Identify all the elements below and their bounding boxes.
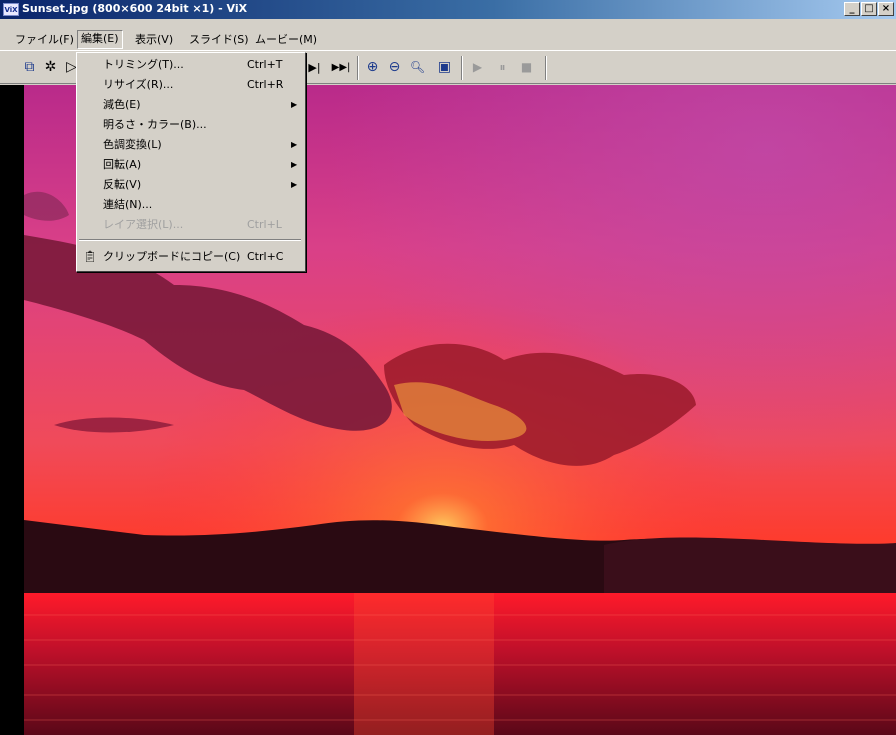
next-icon[interactable]: ▶| <box>305 58 324 77</box>
submenu-arrow-icon: ▶ <box>291 180 298 189</box>
toolbar-separator <box>357 56 359 80</box>
toolbar-separator <box>545 56 547 80</box>
minimize-button[interactable]: _ <box>844 2 860 16</box>
window-icon[interactable]: ⧉ <box>20 58 39 77</box>
menu-item-label: 連結(N)... <box>103 198 153 211</box>
zoom-icon[interactable]: 🔍︎ <box>408 58 427 77</box>
menu-movie[interactable]: ムービー(M) <box>252 31 320 48</box>
menu-item-label: 回転(A) <box>103 158 142 171</box>
menu-item-brightness-color[interactable]: 明るさ・カラー(B)... <box>77 115 303 135</box>
menu-item-rotate[interactable]: 回転(A) ▶ <box>77 155 303 175</box>
menu-item-label: 色調変換(L) <box>103 138 162 151</box>
close-button[interactable]: × <box>878 2 894 16</box>
edit-menu-dropdown: トリミング(T)... Ctrl+T リサイズ(R)... Ctrl+R 減色(… <box>76 52 306 272</box>
play-icon[interactable]: ▶ <box>468 58 487 77</box>
menu-item-reduce-color[interactable]: 減色(E) ▶ <box>77 95 303 115</box>
menu-item-label: レイア選択(L)... <box>103 218 184 231</box>
menu-item-resize[interactable]: リサイズ(R)... Ctrl+R <box>77 75 303 95</box>
menu-item-label: リサイズ(R)... <box>103 78 174 91</box>
menu-item-tone-conversion[interactable]: 色調変換(L) ▶ <box>77 135 303 155</box>
pause-icon[interactable]: ⏸ <box>493 58 512 77</box>
menu-slide[interactable]: スライド(S) <box>186 31 252 48</box>
menu-item-trimming[interactable]: トリミング(T)... Ctrl+T <box>77 55 303 75</box>
menu-item-flip[interactable]: 反転(V) ▶ <box>77 175 303 195</box>
clipboard-icon: 📋︎ <box>83 250 97 263</box>
stop-icon[interactable]: ■ <box>517 58 536 77</box>
submenu-arrow-icon: ▶ <box>291 100 298 109</box>
menu-item-shortcut: Ctrl+L <box>247 218 282 231</box>
vix-app-icon[interactable]: ViX <box>3 3 19 16</box>
menu-item-shortcut: Ctrl+T <box>247 58 283 71</box>
submenu-arrow-icon: ▶ <box>291 160 298 169</box>
menu-item-shortcut: Ctrl+C <box>247 250 284 263</box>
menu-item-label: 反転(V) <box>103 178 142 191</box>
zoom-out-icon[interactable]: ⊖ <box>385 58 404 77</box>
submenu-arrow-icon: ▶ <box>291 140 298 149</box>
last-icon[interactable]: ▶▶| <box>329 58 353 77</box>
menu-item-label: 減色(E) <box>103 98 141 111</box>
menu-item-copy-clipboard[interactable]: 📋︎ クリップボードにコピー(C) Ctrl+C <box>77 247 303 267</box>
menu-item-layer-select[interactable]: レイア選択(L)... Ctrl+L <box>77 215 303 235</box>
toolbar-separator <box>461 56 463 80</box>
menu-separator <box>79 239 301 241</box>
monitor-icon[interactable]: ▣ <box>435 58 454 77</box>
menu-view[interactable]: 表示(V) <box>132 31 176 48</box>
sparkle-icon[interactable]: ✲ <box>41 58 60 77</box>
title-bar[interactable]: ViX Sunset.jpg (800×600 24bit ×1) - ViX … <box>0 0 896 19</box>
menu-item-label: トリミング(T)... <box>103 58 184 71</box>
menu-item-label: 明るさ・カラー(B)... <box>103 118 207 131</box>
menu-item-concatenate[interactable]: 連結(N)... <box>77 195 303 215</box>
maximize-button[interactable]: □ <box>861 2 877 16</box>
window-title: Sunset.jpg (800×600 24bit ×1) - ViX <box>22 2 248 15</box>
menu-edit[interactable]: 編集(E) <box>77 30 123 49</box>
menu-file[interactable]: ファイル(F) <box>12 31 77 48</box>
zoom-in-icon[interactable]: ⊕ <box>363 58 382 77</box>
menu-item-label: クリップボードにコピー(C) <box>103 250 241 263</box>
menu-bar: ファイル(F) 編集(E) 表示(V) スライド(S) ムービー(M) <box>0 29 896 49</box>
menu-item-shortcut: Ctrl+R <box>247 78 284 91</box>
